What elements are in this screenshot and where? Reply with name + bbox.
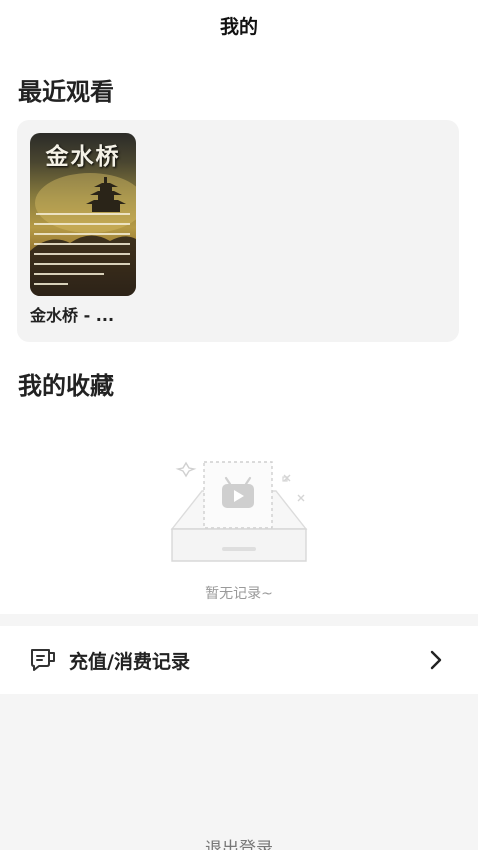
empty-box-icon <box>170 461 308 562</box>
recent-section-title: 最近观看 <box>18 78 114 106</box>
profile-page: 我的 最近观看 金水桥 金水桥 - ... 我的收藏 暂无记录~ 充值/消费记录… <box>0 0 478 850</box>
receipt-chat-icon <box>29 647 57 677</box>
recent-watch-card: 金水桥 金水桥 - ... <box>17 120 459 342</box>
recent-item[interactable]: 金水桥 金水桥 - ... <box>30 133 136 326</box>
empty-state-text: 暂无记录~ <box>205 586 273 602</box>
page-title: 我的 <box>219 16 258 38</box>
favorites-section-title: 我的收藏 <box>18 372 114 400</box>
recharge-record-row[interactable]: 充值/消费记录 <box>0 626 478 694</box>
chevron-right-icon <box>428 648 444 676</box>
section-divider <box>0 614 478 626</box>
recent-item-name: 金水桥 - ... <box>30 306 115 325</box>
bottom-area: 退出登录 <box>0 694 478 850</box>
cover-title-text: 金水桥 <box>45 143 121 170</box>
logout-button[interactable]: 退出登录 <box>0 834 478 850</box>
drama-cover[interactable]: 金水桥 <box>30 133 136 296</box>
recharge-record-label: 充值/消费记录 <box>69 651 190 673</box>
favorites-empty-state: 暂无记录~ <box>0 455 478 603</box>
